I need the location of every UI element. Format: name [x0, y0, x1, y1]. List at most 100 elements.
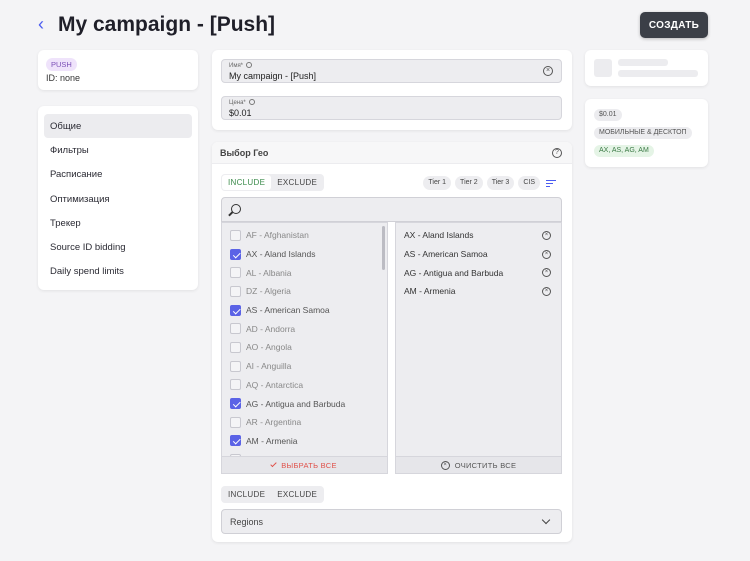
country-option[interactable]: AG - Antigua and Barbuda: [222, 394, 387, 413]
selected-country-label: AM - Armenia: [404, 286, 456, 297]
checkbox[interactable]: [230, 304, 241, 316]
tier-1-button[interactable]: Tier 1: [423, 176, 452, 190]
geo-mode-toggle: INCLUDE EXCLUDE: [221, 174, 325, 191]
cis-button[interactable]: CIS: [518, 176, 540, 190]
select-all-button[interactable]: ВЫБРАТЬ ВСЕ: [221, 456, 388, 474]
summary-geo: AX, AS, AG, AM: [594, 145, 654, 157]
country-option[interactable]: AM - Armenia: [222, 432, 387, 451]
selected-country: AG - Antigua and Barbuda ×: [396, 263, 561, 282]
price-field-label: Цена*: [229, 99, 255, 107]
campaign-info-card: PUSH ID: none: [38, 50, 198, 90]
checkbox[interactable]: [230, 248, 241, 260]
country-label: AI - Anguilla: [246, 361, 292, 372]
remove-icon[interactable]: ×: [542, 230, 551, 240]
country-option[interactable]: AD - Andorra: [222, 319, 387, 338]
nav-item-general[interactable]: Общие: [44, 114, 192, 139]
name-field[interactable]: Имя* My campaign - [Push] ×: [221, 59, 562, 83]
country-label: DZ - Algeria: [246, 286, 291, 297]
create-button[interactable]: СОЗДАТЬ: [640, 12, 708, 38]
nav-item-optimization[interactable]: Оптимизация: [44, 187, 192, 211]
page-title: My campaign - [Push]: [58, 13, 276, 36]
tier-2-button[interactable]: Tier 2: [455, 176, 483, 190]
selected-country: AX - Aland Islands ×: [396, 226, 561, 245]
checkbox[interactable]: [230, 267, 241, 279]
country-option[interactable]: DZ - Algeria: [222, 282, 387, 301]
filter-icon[interactable]: [546, 179, 556, 188]
tier-presets: Tier 1 Tier 2 Tier 3 CIS: [423, 176, 556, 190]
tier-3-button[interactable]: Tier 3: [486, 176, 515, 190]
nav-item-daily-spend-limits[interactable]: Daily spend limits: [44, 260, 192, 284]
remove-icon[interactable]: ×: [542, 286, 551, 296]
selected-country-list: AX - Aland Islands × AS - American Samoa × A…: [395, 222, 562, 474]
country-label: AD - Andorra: [246, 323, 296, 334]
checkbox[interactable]: [230, 379, 241, 391]
country-label: AM - Armenia: [246, 435, 298, 446]
selected-country: AM - Armenia ×: [396, 282, 561, 301]
country-option[interactable]: AI - Anguilla: [222, 357, 387, 376]
country-option[interactable]: AL - Albania: [222, 263, 387, 282]
clear-all-button[interactable]: × ОЧИСТИТЬ ВСЕ: [395, 456, 562, 474]
nav-item-tracker[interactable]: Трекер: [44, 211, 192, 235]
checkbox[interactable]: [230, 416, 241, 428]
nav-item-source-id-bidding[interactable]: Source ID bidding: [44, 235, 192, 259]
clear-all-label: ОЧИСТИТЬ ВСЕ: [454, 460, 517, 470]
selected-country-label: AG - Antigua and Barbuda: [404, 267, 504, 278]
country-option[interactable]: AQ - Antarctica: [222, 376, 387, 395]
selected-country-label: AS - American Samoa: [404, 249, 488, 260]
checkbox[interactable]: [230, 323, 241, 335]
search-input[interactable]: [248, 202, 548, 218]
price-field[interactable]: Цена* $0.01: [221, 96, 562, 120]
skeleton-line: [618, 70, 698, 77]
country-option[interactable]: AR - Argentina: [222, 413, 387, 432]
regions-select[interactable]: Regions: [221, 509, 562, 534]
geo-card: Выбор Гео ? INCLUDE EXCLUDE Tier 1 Tier …: [212, 142, 572, 542]
regions-exclude-toggle[interactable]: EXCLUDE: [271, 487, 323, 502]
country-option[interactable]: AS - American Samoa: [222, 301, 387, 320]
country-search: [221, 197, 562, 222]
help-icon: [246, 62, 253, 68]
loading-placeholder: [585, 50, 708, 86]
main-fields-card: Имя* My campaign - [Push] × Цена* $0.01: [212, 50, 572, 130]
country-option[interactable]: AF - Afghanistan: [222, 226, 387, 245]
price-field-value: $0.01: [229, 108, 252, 118]
scrollbar[interactable]: [382, 226, 385, 270]
remove-icon[interactable]: ×: [542, 268, 551, 278]
country-list: AF - Afghanistan AX - Aland Islands AL - A…: [221, 222, 388, 474]
include-toggle[interactable]: INCLUDE: [222, 175, 272, 190]
country-label: AL - Albania: [246, 267, 292, 278]
name-field-value: My campaign - [Push]: [229, 71, 317, 81]
checkbox[interactable]: [230, 360, 241, 372]
country-label: AX - Aland Islands: [246, 249, 316, 260]
search-icon: [231, 204, 241, 214]
nav-item-filters[interactable]: Фильтры: [44, 138, 192, 162]
remove-icon[interactable]: ×: [542, 249, 551, 259]
campaign-type-badge: PUSH: [46, 58, 77, 71]
checkbox[interactable]: [230, 229, 241, 241]
country-option[interactable]: AX - Aland Islands: [222, 245, 387, 264]
exclude-toggle[interactable]: EXCLUDE: [271, 175, 323, 190]
settings-nav: Общие Фильтры Расписание Оптимизация Тре…: [38, 106, 198, 290]
checkbox[interactable]: [230, 341, 241, 353]
checkbox[interactable]: [230, 435, 241, 447]
name-field-label: Имя*: [229, 62, 253, 70]
nav-item-schedule[interactable]: Расписание: [44, 163, 192, 187]
country-label: AG - Antigua and Barbuda: [246, 398, 346, 409]
country-label: AF - Afghanistan: [246, 230, 309, 241]
clear-icon[interactable]: ×: [543, 66, 553, 76]
summary-device: МОБИЛЬНЫЕ & ДЕСКТОП: [594, 127, 692, 139]
checkbox[interactable]: [230, 285, 241, 297]
help-icon[interactable]: ?: [552, 148, 562, 158]
selected-country: AS - American Samoa ×: [396, 245, 561, 264]
chevron-down-icon: [541, 515, 551, 525]
skeleton-avatar: [594, 59, 612, 77]
checkbox[interactable]: [230, 398, 241, 410]
chevron-left-icon[interactable]: ‹: [38, 14, 44, 34]
campaign-summary: $0.01 МОБИЛЬНЫЕ & ДЕСКТОП AX, AS, AG, AM: [585, 99, 708, 167]
regions-include-toggle[interactable]: INCLUDE: [222, 487, 271, 502]
campaign-id: ID: none: [46, 73, 81, 83]
country-label: AO - Angola: [246, 342, 292, 353]
country-label: AR - Argentina: [246, 417, 302, 428]
skeleton-line: [618, 59, 668, 66]
check-icon: [270, 460, 277, 467]
country-option[interactable]: AO - Angola: [222, 338, 387, 357]
